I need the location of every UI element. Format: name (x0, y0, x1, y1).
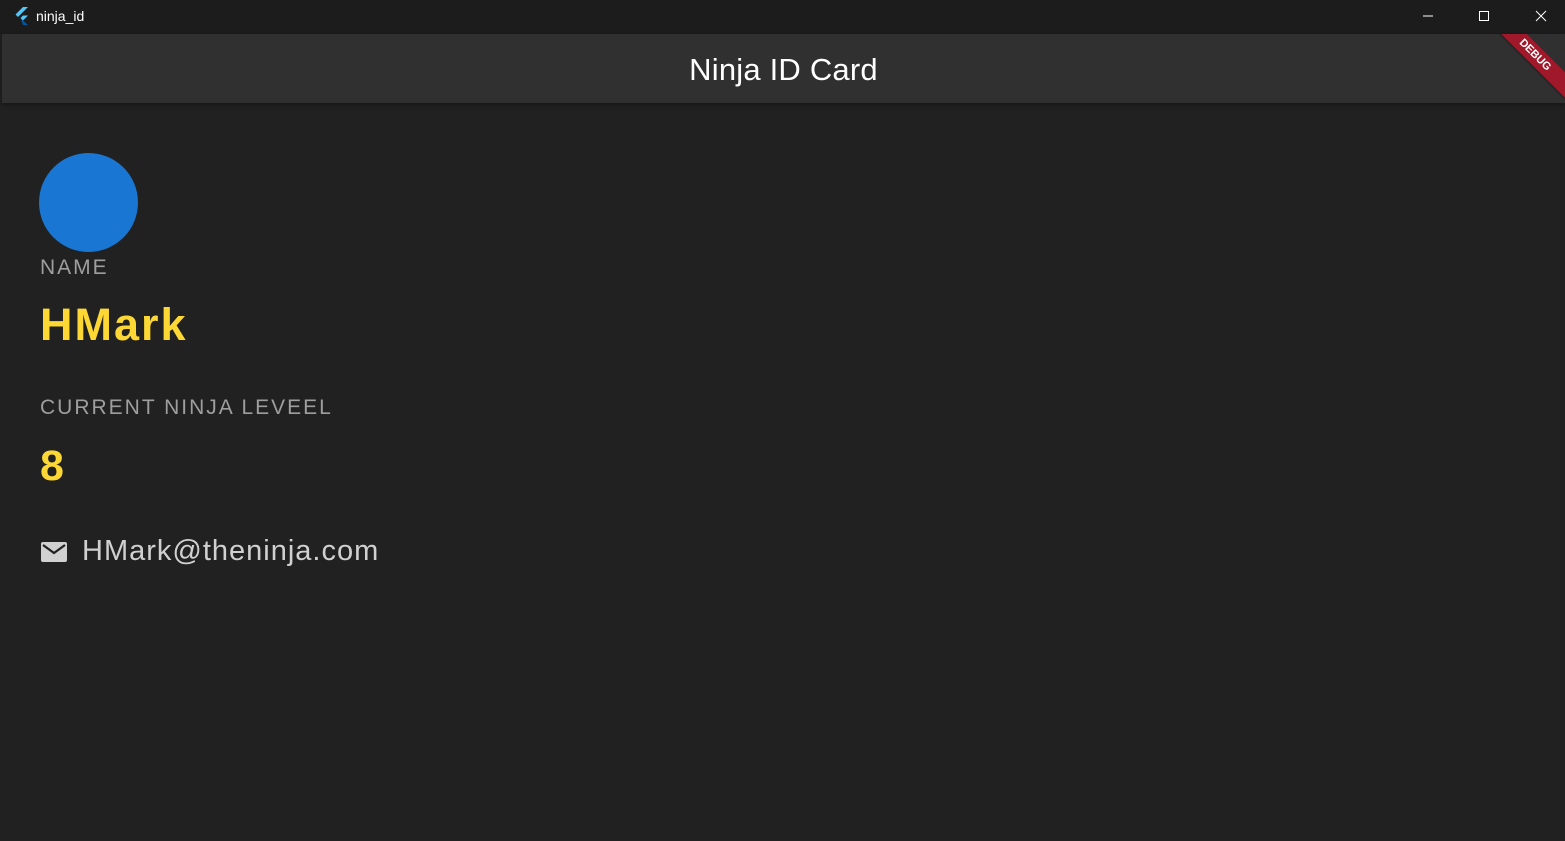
name-label: NAME (40, 256, 109, 279)
close-icon (1535, 10, 1547, 22)
window-title: ninja_id (36, 8, 85, 24)
name-value: HMark (40, 299, 188, 350)
level-label: CURRENT NINJA LEVEEL (40, 396, 333, 419)
close-button[interactable] (1518, 0, 1564, 32)
page-title: Ninja ID Card (689, 52, 878, 87)
minimize-button[interactable] (1405, 0, 1451, 32)
maximize-button[interactable] (1461, 0, 1507, 32)
email-text: HMark@theninja.com (82, 535, 380, 567)
level-value: 8 (40, 442, 66, 490)
window-titlebar: ninja_id (0, 0, 1565, 34)
avatar (39, 153, 138, 252)
maximize-icon (1479, 11, 1489, 21)
minimize-icon (1423, 15, 1433, 17)
email-row: HMark@theninja.com (40, 535, 379, 568)
flutter-logo-icon (15, 7, 28, 25)
app-bar: Ninja ID Card DEBUG (2, 34, 1565, 103)
mail-icon (41, 541, 67, 562)
